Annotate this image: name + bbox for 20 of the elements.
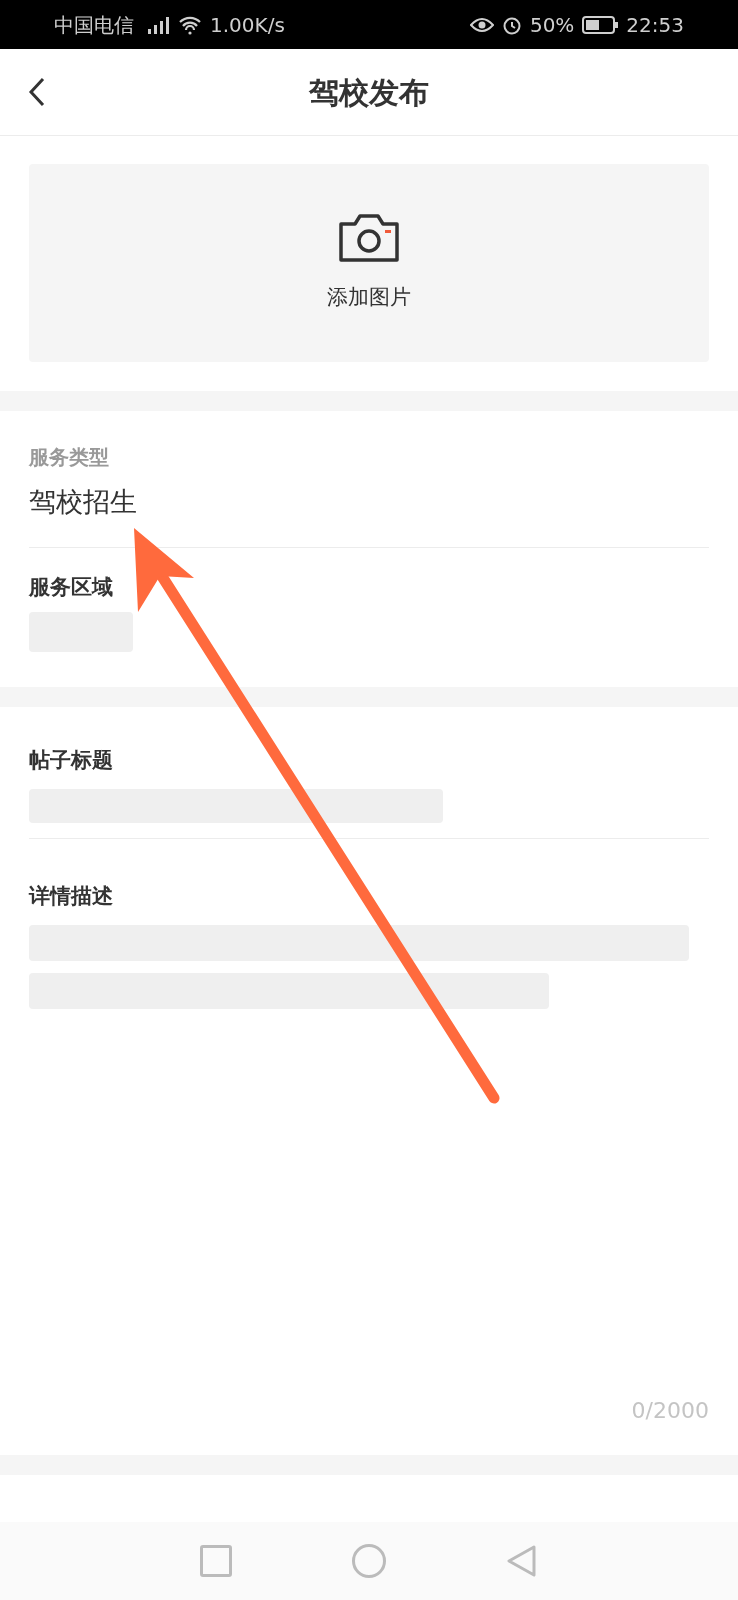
field-label: 服务类型 xyxy=(29,443,110,471)
clock-time: 22:53 xyxy=(626,11,684,39)
network-speed: 1.00K/s xyxy=(210,11,285,39)
eye-icon xyxy=(469,15,494,34)
battery-icon xyxy=(582,15,619,34)
field-value[interactable]: 驾校招生 xyxy=(29,481,709,523)
field-label: 服务区域 xyxy=(29,574,114,601)
back-nav-button[interactable] xyxy=(506,1544,538,1578)
field-label: 帖子标题 xyxy=(29,747,114,774)
carrier-text: 中国电信 xyxy=(54,11,134,39)
wifi-icon xyxy=(178,14,202,35)
page-title: 驾校发布 xyxy=(309,73,429,112)
back-chevron-icon xyxy=(28,77,46,107)
home-button[interactable] xyxy=(352,1544,386,1578)
field-label: 详情描述 xyxy=(29,883,114,910)
add-photo-button[interactable]: 添加图片 xyxy=(29,164,709,362)
battery-percent: 50% xyxy=(529,11,575,39)
character-counter: 0/2000 xyxy=(631,1397,709,1425)
recent-apps-button[interactable] xyxy=(200,1545,232,1577)
camera-icon xyxy=(337,212,401,265)
